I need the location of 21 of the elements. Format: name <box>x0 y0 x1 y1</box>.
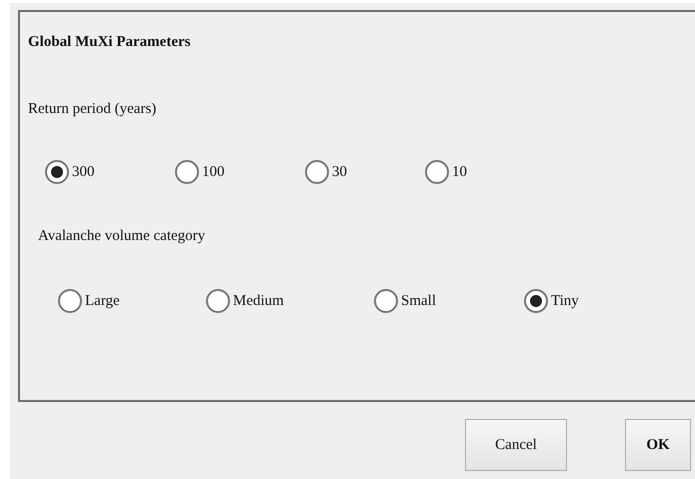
group-label: Return period (years) <box>28 101 158 118</box>
ok-button[interactable]: OK <box>625 419 691 471</box>
radio-button[interactable] <box>45 160 69 184</box>
radio-label[interactable]: 10 <box>452 164 467 180</box>
radio-label[interactable]: 30 <box>332 164 347 180</box>
radio-label[interactable]: Tiny <box>551 292 579 310</box>
radio-label[interactable]: 100 <box>202 164 224 180</box>
radio-label[interactable]: Small <box>401 292 436 310</box>
radio-button[interactable] <box>524 289 548 313</box>
radio-button[interactable] <box>58 289 82 313</box>
group-label: Avalanche volume category <box>38 228 206 245</box>
radio-button[interactable] <box>206 289 230 313</box>
radio-label[interactable]: 300 <box>72 164 94 180</box>
radio-button[interactable] <box>305 160 329 184</box>
radio-button[interactable] <box>374 289 398 313</box>
radio-button[interactable] <box>175 160 199 184</box>
radio-label[interactable]: Large <box>85 292 120 310</box>
cancel-button[interactable]: Cancel <box>465 419 567 471</box>
radio-label[interactable]: Medium <box>233 292 284 310</box>
panel-title: Global MuXi Parameters <box>28 34 192 51</box>
radio-button[interactable] <box>425 160 449 184</box>
